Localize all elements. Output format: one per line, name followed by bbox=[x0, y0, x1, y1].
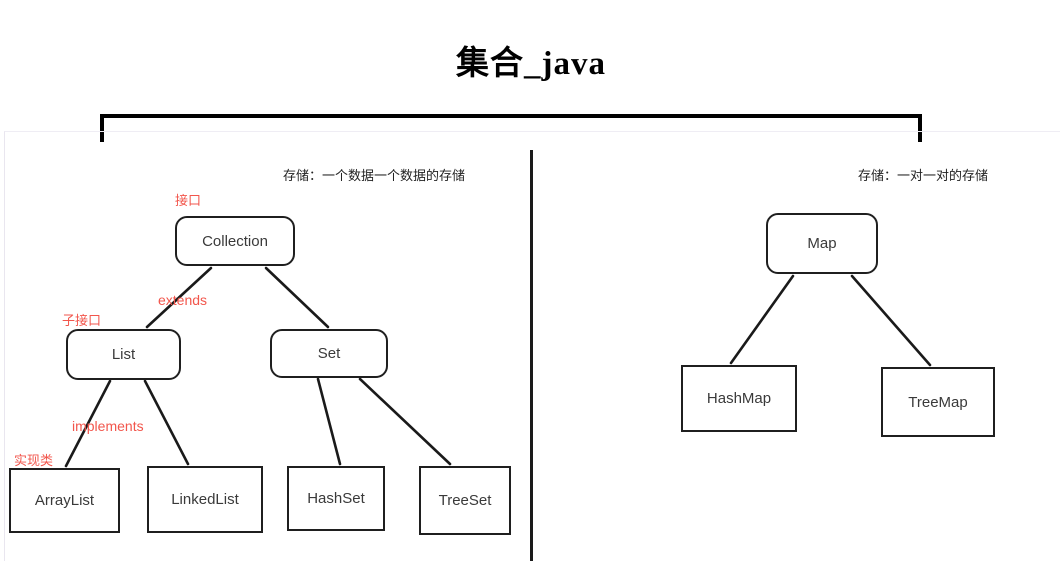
node-list[interactable]: List bbox=[66, 329, 181, 380]
annotation-extends: extends bbox=[158, 292, 208, 308]
node-arraylist[interactable]: ArrayList bbox=[9, 468, 120, 533]
node-treeset[interactable]: TreeSet bbox=[419, 466, 511, 535]
node-hashmap[interactable]: HashMap bbox=[681, 365, 797, 432]
node-linkedlist[interactable]: LinkedList bbox=[147, 466, 263, 533]
diagram-canvas: 集合_java 存储：一个数据一个数据的存储 存储：一对一对的存储 Collec… bbox=[0, 0, 1062, 561]
node-set[interactable]: Set bbox=[270, 329, 388, 378]
node-hashset[interactable]: HashSet bbox=[287, 466, 385, 531]
annotation-implements: implements bbox=[72, 418, 144, 434]
left-section-caption: 存储：一个数据一个数据的存储 bbox=[283, 169, 466, 184]
node-treemap[interactable]: TreeMap bbox=[881, 367, 995, 437]
annotation-implementation-class: 实现类 bbox=[14, 454, 54, 469]
vertical-divider bbox=[530, 150, 533, 561]
page-title: 集合_java bbox=[456, 46, 606, 82]
node-collection[interactable]: Collection bbox=[175, 216, 295, 266]
node-map[interactable]: Map bbox=[766, 213, 878, 274]
annotation-sub-interface: 子接口 bbox=[62, 314, 102, 329]
top-bracket-bar bbox=[100, 114, 922, 118]
right-section-caption: 存储：一对一对的存储 bbox=[858, 169, 989, 184]
annotation-interface: 接口 bbox=[175, 194, 202, 209]
